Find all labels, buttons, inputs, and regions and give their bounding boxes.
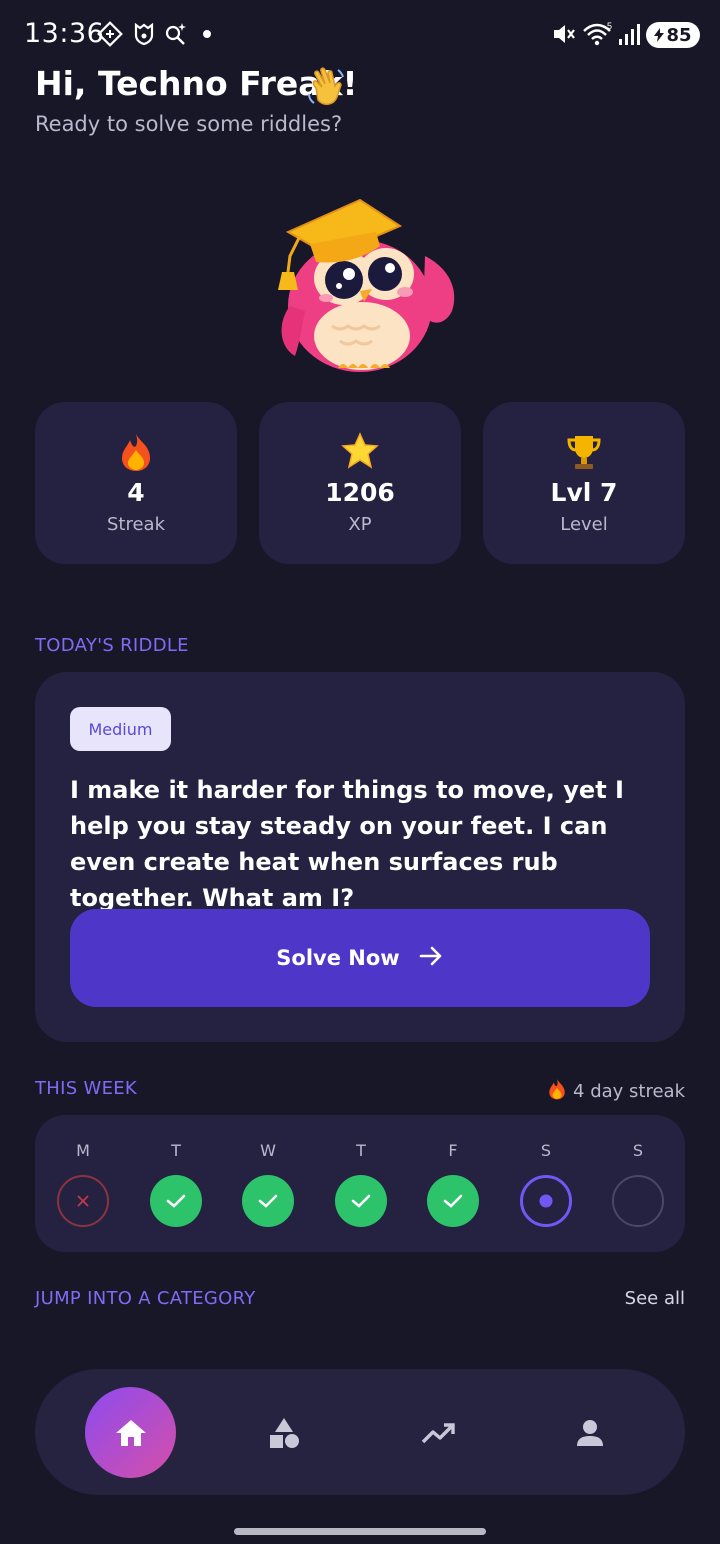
mute-icon [550,20,578,48]
day-letter: M [76,1141,90,1160]
signal-icon [618,20,640,48]
day-letter: W [260,1141,276,1160]
fire-icon [547,1078,567,1105]
check-icon [150,1175,202,1227]
day-letter: S [632,1141,644,1160]
trophy-icon [483,432,685,472]
day-letter: T [356,1141,366,1160]
missed-day-icon [57,1175,109,1227]
future-day-icon [612,1175,664,1227]
stat-label: XP [348,514,372,535]
stat-label: Streak [106,514,166,535]
stat-card-xp: 1206 XP [259,402,461,564]
star-icon [259,432,461,472]
home-icon[interactable] [85,1387,176,1478]
day-letter: F [448,1141,458,1160]
day-thursday: T [331,1115,391,1252]
day-saturday: S [516,1115,576,1252]
see-all-link[interactable]: See all [625,1288,685,1309]
solve-now-button[interactable]: Solve Now [70,909,650,1007]
solve-now-label: Solve Now [276,946,400,970]
day-wednesday: W [238,1115,298,1252]
streak-summary: 4 day streak [547,1078,685,1105]
dot-icon [200,20,214,48]
day-letter: S [540,1141,552,1160]
fire-icon [35,432,237,472]
gps-icon [96,20,124,48]
shield-icon [130,20,158,48]
wifi-icon: 5 [582,20,614,48]
svg-text:5: 5 [607,21,612,31]
check-icon [335,1175,387,1227]
today-dot-icon [520,1175,572,1227]
stat-value: Lvl 7 [550,478,618,507]
profile-icon[interactable] [570,1413,610,1453]
home-gesture-bar[interactable] [234,1528,486,1535]
stat-label: Level [560,514,608,535]
bottom-navigation [35,1369,685,1495]
stat-card-streak: 4 Streak [35,402,237,564]
day-sunday: S [608,1115,668,1252]
battery-level: 85 [666,24,692,46]
section-title-category: JUMP INTO A CATEGORY [35,1288,256,1309]
riddle-card: Medium I make it harder for things to mo… [35,672,685,1042]
greeting-subtitle: Ready to solve some riddles? [35,112,343,136]
check-icon [242,1175,294,1227]
riddle-text: I make it harder for things to move, yet… [70,776,624,912]
status-time: 13:36 [24,18,105,49]
streak-text: 4 day streak [573,1081,685,1102]
stat-value: 4 [127,478,145,507]
check-icon [427,1175,479,1227]
progress-icon[interactable] [418,1413,458,1453]
owl-mascot-image [260,186,470,376]
categories-icon[interactable] [264,1413,304,1453]
stat-card-level: Lvl 7 Level [483,402,685,564]
section-title-riddle: TODAY'S RIDDLE [35,635,189,656]
day-monday: M [53,1115,113,1252]
battery-icon: 85 [646,22,700,48]
week-tracker: M T W T F S S [35,1115,685,1252]
day-letter: T [171,1141,181,1160]
search-sparkle-icon [162,20,190,48]
status-bar: 13:36 5 85 [0,0,720,66]
waving-hand-icon [304,64,350,110]
arrow-right-icon [418,943,444,974]
difficulty-badge: Medium [70,707,171,751]
day-tuesday: T [146,1115,206,1252]
section-title-week: THIS WEEK [35,1078,138,1099]
day-friday: F [423,1115,483,1252]
stat-value: 1206 [325,478,395,507]
